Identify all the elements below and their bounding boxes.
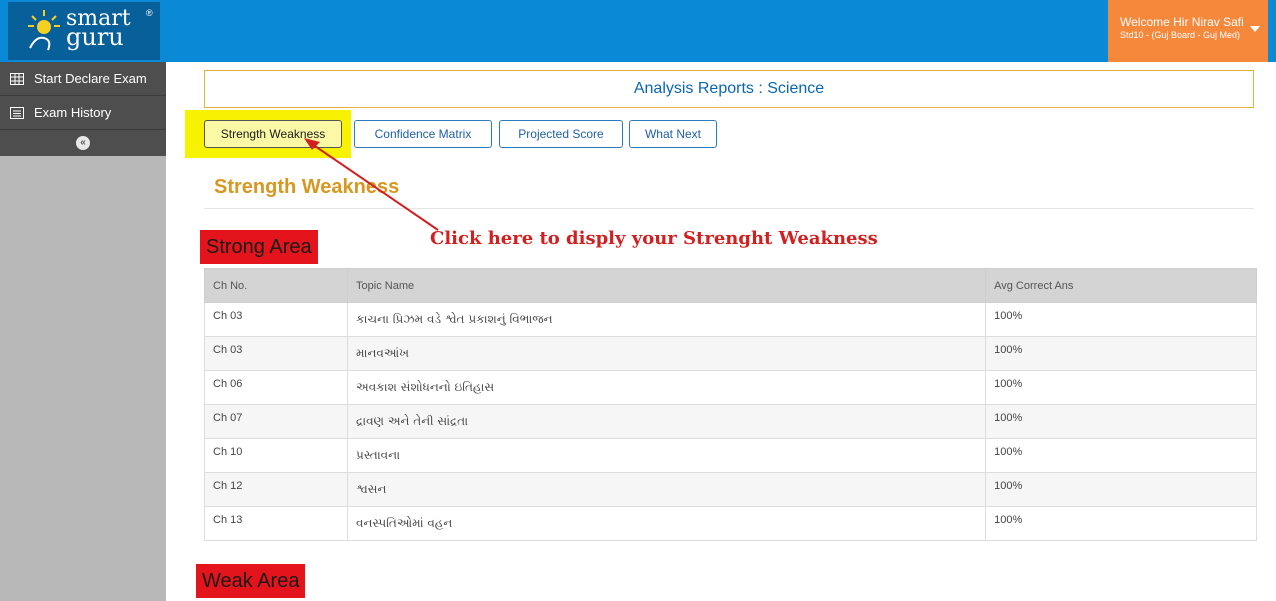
lightbulb-icon: [28, 10, 60, 51]
topic-cell: કાચના પ્રિઝમ વડે શ્વેત પ્રકાશનું વિભાજન: [347, 302, 987, 337]
chapter-cell: Ch 13: [203, 506, 349, 541]
score-cell: 100%: [985, 506, 1257, 541]
table-row: Ch 03 કાચના પ્રિઝમ વડે શ્વેત પ્રકાશનું વ…: [203, 302, 1257, 337]
logo[interactable]: smart guru ®: [8, 2, 160, 60]
table-header-row: Ch No. Topic Name Avg Correct Ans: [203, 268, 1257, 303]
topic-cell: અવકાશ સંશોધનનો ઇતિહાસ: [347, 370, 987, 405]
topic-cell: દ્રાવણ અને તેની સાંદ્રતા: [347, 404, 987, 439]
score-cell: 100%: [985, 370, 1257, 405]
annotation-text: Click here to disply your Strenght Weakn…: [430, 228, 878, 249]
score-cell: 100%: [985, 302, 1257, 337]
table-row: Ch 07 દ્રાવણ અને તેની સાંદ્રતા 100%: [203, 404, 1257, 439]
topic-cell: પ્રસ્તાવના: [347, 438, 987, 473]
sidebar-item-start-declare-exam[interactable]: Start Declare Exam: [0, 62, 166, 96]
collapse-icon[interactable]: «: [76, 136, 90, 150]
topic-cell: શ્વસન: [347, 472, 987, 507]
strong-area-label: Strong Area: [200, 230, 318, 264]
topic-cell: માનવઆંખ: [347, 336, 987, 371]
topic-cell: વનસ્પતિઓમાં વહન: [347, 506, 987, 541]
sidebar: Start Declare Exam Exam History «: [0, 62, 166, 601]
table-row: Ch 03 માનવઆંખ 100%: [203, 336, 1257, 371]
welcome-text: Welcome Hir Nirav Safi: [1120, 15, 1244, 29]
tab-projected-score[interactable]: Projected Score: [499, 120, 623, 148]
list-icon: [10, 106, 24, 119]
column-header: Avg Correct Ans: [985, 268, 1257, 303]
table-row: Ch 06 અવકાશ સંશોધનનો ઇતિહાસ 100%: [203, 370, 1257, 405]
score-cell: 100%: [985, 336, 1257, 371]
page-title: Analysis Reports : Science: [204, 70, 1254, 108]
strong-area-table: Ch No. Topic Name Avg Correct Ans Ch 03 …: [203, 268, 1257, 541]
chapter-cell: Ch 06: [203, 370, 349, 405]
score-cell: 100%: [985, 472, 1257, 507]
score-cell: 100%: [985, 438, 1257, 473]
tab-what-next[interactable]: What Next: [629, 120, 717, 148]
chevron-down-icon[interactable]: [1250, 26, 1260, 32]
sidebar-item-label: Exam History: [34, 105, 112, 120]
column-header: Ch No.: [203, 268, 349, 303]
chapter-cell: Ch 10: [203, 438, 349, 473]
sidebar-item-label: Start Declare Exam: [34, 71, 147, 86]
main-content: Analysis Reports : Science Strength Weak…: [166, 62, 1276, 601]
chapter-cell: Ch 03: [203, 336, 349, 371]
weak-area-label: Weak Area: [196, 564, 306, 598]
user-standard: Std10 - (Guj Board - Guj Med): [1120, 30, 1241, 40]
table-row: Ch 13 વનસ્પતિઓમાં વહન 100%: [203, 506, 1257, 541]
grid-icon: [10, 72, 24, 85]
sidebar-collapse-row: «: [0, 130, 166, 156]
table-row: Ch 10 પ્રસ્તાવના 100%: [203, 438, 1257, 473]
score-cell: 100%: [985, 404, 1257, 439]
chapter-cell: Ch 03: [203, 302, 349, 337]
chapter-cell: Ch 07: [203, 404, 349, 439]
annotation-arrow-icon: [304, 138, 439, 231]
table-row: Ch 12 શ્વસન 100%: [203, 472, 1257, 507]
sidebar-item-exam-history[interactable]: Exam History: [0, 96, 166, 130]
registered-mark: ®: [146, 8, 153, 18]
logo-text-guru: guru: [66, 23, 124, 51]
column-header: Topic Name: [347, 268, 987, 303]
user-menu[interactable]: Welcome Hir Nirav Safi Std10 - (Guj Boar…: [1108, 0, 1268, 62]
top-bar: smart guru ® Welcome Hir Nirav Safi Std1…: [0, 0, 1276, 62]
chapter-cell: Ch 12: [203, 472, 349, 507]
